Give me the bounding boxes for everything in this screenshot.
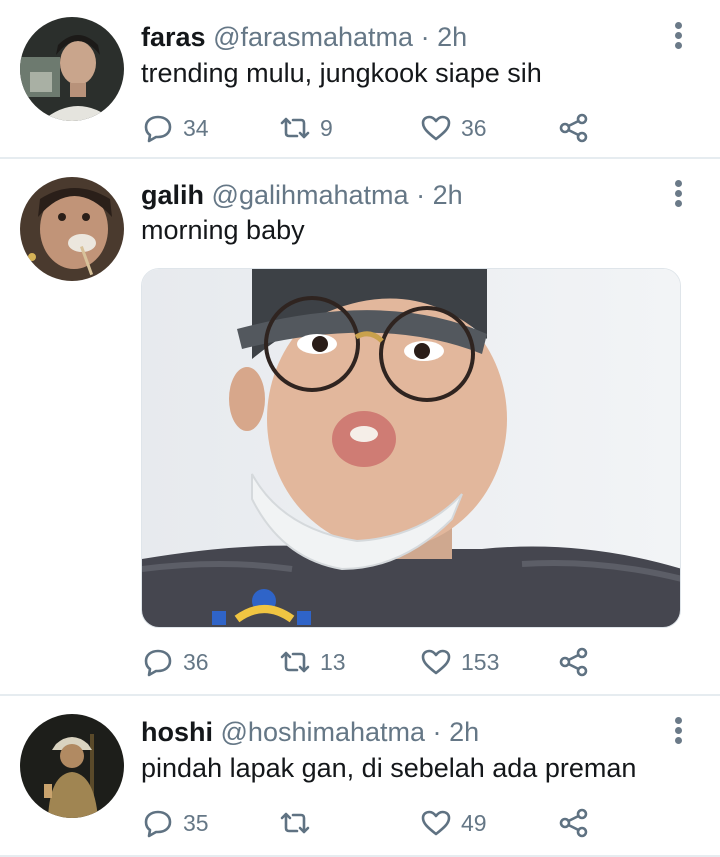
author-name[interactable]: faras [141, 22, 206, 52]
reply-button[interactable]: 36 [141, 642, 209, 682]
tweet[interactable]: faras @farasmahatma · 2h trending mulu, … [0, 0, 720, 158]
share-button[interactable] [557, 803, 591, 843]
heart-icon [421, 649, 451, 675]
tweet-actions: 35 49 [141, 803, 611, 843]
more-vertical-icon[interactable] [672, 180, 684, 208]
reply-count: 36 [183, 649, 209, 675]
like-count: 36 [461, 115, 487, 141]
retweet-icon [280, 117, 310, 139]
tweet-text: pindah lapak gan, di sebelah ada preman [141, 753, 637, 783]
heart-icon [421, 115, 451, 141]
more-vertical-icon[interactable] [672, 22, 684, 50]
retweet-button[interactable]: 9 [278, 108, 333, 148]
reply-icon [144, 810, 172, 838]
share-icon [559, 647, 588, 677]
heart-icon [421, 810, 451, 836]
tweet-actions: 34 9 36 [141, 108, 611, 148]
tweet-photo[interactable] [141, 268, 681, 628]
avatar[interactable] [20, 177, 124, 281]
timeline-feed: faras @farasmahatma · 2h trending mulu, … [0, 0, 720, 857]
reply-icon [144, 649, 172, 677]
tweet[interactable]: galih @galihmahatma · 2h morning baby 36… [0, 158, 720, 695]
reply-button[interactable]: 34 [141, 108, 209, 148]
share-icon [559, 113, 588, 143]
avatar[interactable] [20, 714, 124, 818]
author-name[interactable]: galih [141, 180, 204, 210]
timestamp[interactable]: 2h [433, 180, 463, 210]
separator-dot: · [420, 22, 430, 52]
share-icon [559, 808, 588, 838]
tweet[interactable]: hoshi @hoshimahatma · 2h pindah lapak ga… [0, 695, 720, 857]
tweet-header: galih @galihmahatma · 2h [141, 178, 463, 212]
reply-button[interactable]: 35 [141, 803, 209, 843]
reply-count: 34 [183, 115, 209, 141]
author-handle[interactable]: @hoshimahatma [221, 717, 426, 747]
retweet-icon [280, 651, 310, 673]
like-count: 153 [461, 649, 500, 675]
tweet-header: faras @farasmahatma · 2h [141, 20, 467, 54]
like-count: 49 [461, 810, 487, 836]
tweet-actions: 36 13 153 [141, 642, 611, 682]
like-button[interactable]: 36 [419, 108, 487, 148]
retweet-count: 13 [320, 649, 346, 675]
share-button[interactable] [557, 108, 591, 148]
author-handle[interactable]: @farasmahatma [213, 22, 413, 52]
like-button[interactable]: 153 [419, 642, 499, 682]
retweet-button[interactable] [278, 803, 320, 843]
author-handle[interactable]: @galihmahatma [212, 180, 409, 210]
reply-icon [144, 115, 172, 143]
retweet-count: 9 [320, 115, 333, 141]
timestamp[interactable]: 2h [437, 22, 467, 52]
retweet-button[interactable]: 13 [278, 642, 346, 682]
avatar[interactable] [20, 17, 124, 121]
tweet-header: hoshi @hoshimahatma · 2h [141, 715, 479, 749]
author-name[interactable]: hoshi [141, 717, 213, 747]
separator-dot: · [432, 717, 442, 747]
timestamp[interactable]: 2h [449, 717, 479, 747]
reply-count: 35 [183, 810, 209, 836]
more-vertical-icon[interactable] [672, 717, 684, 745]
like-button[interactable]: 49 [419, 803, 487, 843]
separator-dot: · [416, 180, 426, 210]
tweet-text: morning baby [141, 215, 305, 245]
tweet-text: trending mulu, jungkook siape sih [141, 58, 542, 88]
share-button[interactable] [557, 642, 591, 682]
retweet-icon [280, 812, 310, 834]
